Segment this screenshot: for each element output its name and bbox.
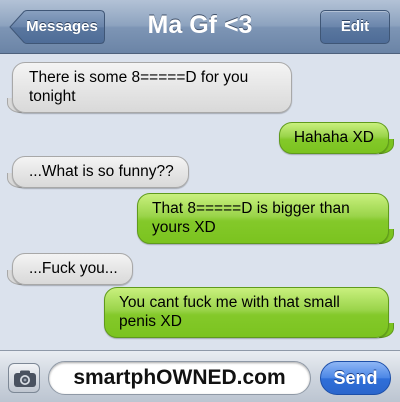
message-bubble-received: ...What is so funny?? [7, 156, 189, 188]
camera-icon [14, 370, 36, 387]
message-input-bar: smartphOWNED.com Send [0, 350, 400, 402]
camera-button[interactable] [8, 363, 40, 393]
message-text: ...Fuck you... [29, 260, 118, 277]
message-thread[interactable]: There is some 8=====D for you tonight Ha… [0, 55, 400, 345]
message-bubble-sent: That 8=====D is bigger than yours XD [137, 193, 394, 244]
navigation-bar: Messages Ma Gf <3 Edit [0, 0, 400, 54]
message-text: ...What is so funny?? [29, 163, 174, 180]
message-bubble-received: ...Fuck you... [7, 253, 133, 285]
edit-button[interactable]: Edit [320, 10, 390, 44]
message-bubble-sent: Hahaha XD [278, 122, 395, 154]
message-text: There is some 8=====D for you tonight [29, 69, 249, 105]
message-text: That 8=====D is bigger than yours XD [152, 200, 350, 236]
message-text: You cant fuck me with that small penis X… [119, 294, 340, 330]
message-input[interactable]: smartphOWNED.com [48, 361, 311, 395]
send-button[interactable]: Send [320, 361, 391, 395]
message-bubble-sent: You cant fuck me with that small penis X… [104, 287, 394, 338]
message-bubble-received: There is some 8=====D for you tonight [7, 62, 292, 113]
message-text: Hahaha XD [293, 129, 374, 146]
